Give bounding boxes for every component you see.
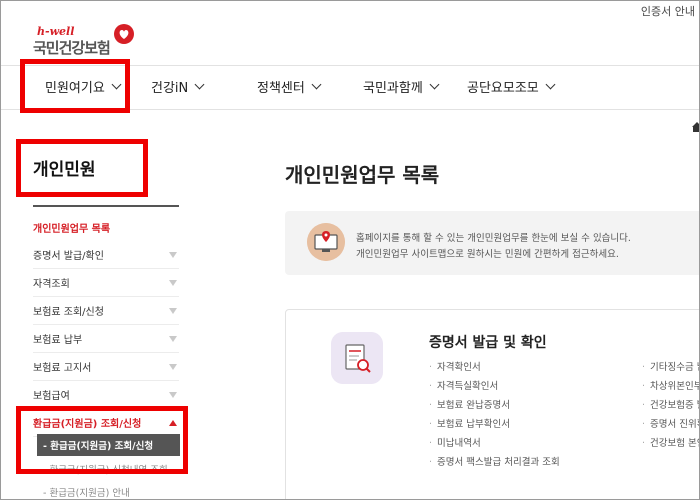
certificate-search-icon	[331, 332, 383, 384]
sidebar-item-label: 보험료 조회/신청	[33, 307, 104, 318]
expand-triangle-icon	[169, 251, 177, 258]
sidebar-subitem-refund-guide[interactable]: - 환급금(지원금) 안내	[37, 485, 130, 499]
collapse-triangle-icon	[169, 419, 177, 426]
chevron-down-icon	[545, 79, 556, 90]
gnb-item-label: 정책센터	[257, 81, 305, 96]
card-link-fax-result[interactable]: 증명서 팩스발급 처리결과 조회	[429, 454, 560, 468]
card-link-eligibility-cert[interactable]: 자격확인서	[429, 359, 481, 373]
gnb-item-label: 건강iN	[151, 81, 189, 96]
card-link-full-payment-cert[interactable]: 보험료 완납증명서	[429, 397, 510, 411]
sidebar-item-premium-notice[interactable]: 보험료 고지서	[33, 353, 179, 381]
gnb-item-health-in[interactable]: 건강iN	[151, 77, 205, 96]
card-link-near-poverty[interactable]: 차상위본인부	[642, 378, 699, 392]
nhis-logo[interactable]: h-well 국민건강보험	[33, 23, 153, 59]
gnb-item-policy-center[interactable]: 정책센터	[257, 77, 322, 96]
sidebar-item-premium-payment[interactable]: 보험료 납부	[33, 325, 179, 353]
gnb-top-divider	[1, 65, 699, 66]
chevron-down-icon	[311, 79, 322, 90]
card-link-payment-confirm[interactable]: 보험료 납부확인서	[429, 416, 510, 430]
card-link-eligibility-history-cert[interactable]: 자격득실확인서	[429, 378, 498, 392]
sidebar-item-label: 보험급여	[33, 391, 70, 402]
gnb-item-civil-service[interactable]: 민원여기요	[45, 77, 122, 96]
sidebar-subitem-refund-inquiry[interactable]: - 환급금(지원금) 조회/신청	[37, 434, 180, 456]
gnb-bottom-divider	[1, 109, 699, 110]
sidebar-item-list[interactable]: 개인민원업무 목록	[33, 213, 179, 241]
card-title: 증명서 발급 및 확인	[429, 335, 547, 351]
gnb-item-with-citizens[interactable]: 국민과함께	[363, 77, 440, 96]
card-link-self-pay[interactable]: 건강보험 본인	[642, 435, 699, 449]
info-text-line-1: 홈페이지를 통해 할 수 있는 개인민원업무를 한눈에 보실 수 있습니다.	[356, 233, 631, 244]
sidebar-item-premium-inquiry[interactable]: 보험료 조회/신청	[33, 297, 179, 325]
page-title: 개인민원업무 목록	[285, 163, 440, 187]
sidebar-menu: 개인민원업무 목록 증명서 발급/확인 자격조회 보험료 조회/신청 보험료 납…	[33, 213, 179, 437]
sidebar-item-label: 증명서 발급/확인	[33, 251, 104, 262]
gnb-item-label: 국민과함께	[363, 81, 423, 96]
sidebar-item-label: 자격조회	[33, 279, 70, 290]
sidebar-subitem-refund-history[interactable]: - 환급금(지원금) 신청내역 조회	[37, 462, 168, 476]
gnb-item-label: 공단요모조모	[467, 81, 539, 96]
sidebar-item-refund[interactable]: 환급금(지원금) 조회/신청	[33, 409, 179, 437]
sidebar-item-eligibility[interactable]: 자격조회	[33, 269, 179, 297]
sidebar-item-label: 개인민원업무 목록	[33, 223, 111, 235]
card-link-insurance-card[interactable]: 건강보험증 발	[642, 397, 699, 411]
expand-triangle-icon	[169, 335, 177, 342]
expand-triangle-icon	[169, 363, 177, 370]
card-link-cert-verify[interactable]: 증명서 진위확	[642, 416, 699, 430]
heart-logo-icon	[114, 24, 134, 44]
sidebar-item-benefits[interactable]: 보험급여	[33, 381, 179, 409]
expand-triangle-icon	[169, 391, 177, 398]
chevron-down-icon	[194, 79, 205, 90]
card-link-other-collection[interactable]: 기타징수금 납	[642, 359, 699, 373]
sidebar-title-divider	[33, 205, 179, 207]
expand-triangle-icon	[169, 279, 177, 286]
card-link-unpaid-statement[interactable]: 미납내역서	[429, 435, 481, 449]
expand-triangle-icon	[169, 307, 177, 314]
chevron-down-icon	[429, 79, 440, 90]
info-text-line-2: 개인민원업무 사이트맵으로 원하시는 민원에 간편하게 접근하세요.	[356, 249, 619, 260]
cert-guide-link[interactable]: 인증서 안내	[637, 1, 699, 21]
sidebar-item-label: 보험료 납부	[33, 335, 83, 346]
sidebar-item-label: 보험료 고지서	[33, 363, 92, 374]
gnb-item-about-nhis[interactable]: 공단요모조모	[467, 77, 556, 96]
logo-brand: 국민건강보험	[33, 39, 111, 57]
chevron-down-icon	[111, 79, 122, 90]
sidebar-item-certificate[interactable]: 증명서 발급/확인	[33, 241, 179, 269]
gnb-item-label: 민원여기요	[45, 81, 105, 96]
page-frame: 인증서 안내 h-well 국민건강보험 민원여기요 건강iN 정책센터 국민과…	[0, 0, 700, 500]
monitor-location-icon	[307, 223, 345, 261]
sidebar-title: 개인민원	[33, 160, 96, 180]
home-icon[interactable]	[691, 121, 700, 133]
sidebar-item-label: 환급금(지원금) 조회/신청	[33, 419, 142, 430]
